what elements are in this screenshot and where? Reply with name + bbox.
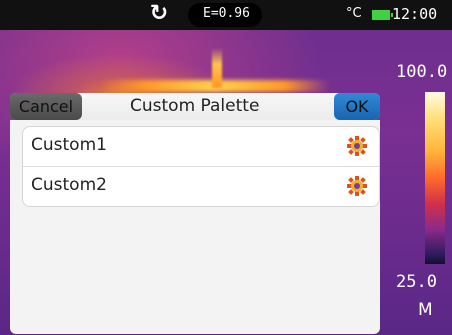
status-bar: ↻ E=0.96 °C 12:00	[0, 0, 452, 30]
palette-list: Custom1 Custom2	[22, 126, 380, 207]
emissivity-value: E=0.96	[203, 6, 250, 21]
range-mode-indicator: M	[418, 300, 433, 320]
color-scale-bar	[425, 92, 445, 264]
scale-min-value: 25.0	[396, 272, 437, 292]
list-item-custom1[interactable]: Custom1	[23, 127, 379, 167]
list-item-label: Custom1	[31, 135, 107, 155]
list-item-label: Custom2	[31, 175, 107, 195]
gear-icon[interactable]	[347, 176, 367, 196]
temperature-unit: °C	[346, 6, 362, 21]
ok-button[interactable]: OK	[334, 93, 380, 120]
list-item-custom2[interactable]: Custom2	[23, 167, 379, 206]
dialog-title: Custom Palette	[130, 96, 260, 116]
clock: 12:00	[392, 5, 438, 23]
battery-icon	[372, 10, 393, 20]
scale-max-value: 100.0	[396, 62, 448, 82]
cancel-button[interactable]: Cancel	[10, 93, 82, 120]
gear-icon[interactable]	[347, 136, 367, 156]
dialog-body: Custom1 Custom2	[10, 120, 380, 334]
dialog-header: Cancel Custom Palette OK	[10, 93, 380, 120]
refresh-icon[interactable]: ↻	[148, 3, 170, 25]
hot-spot	[212, 48, 222, 88]
